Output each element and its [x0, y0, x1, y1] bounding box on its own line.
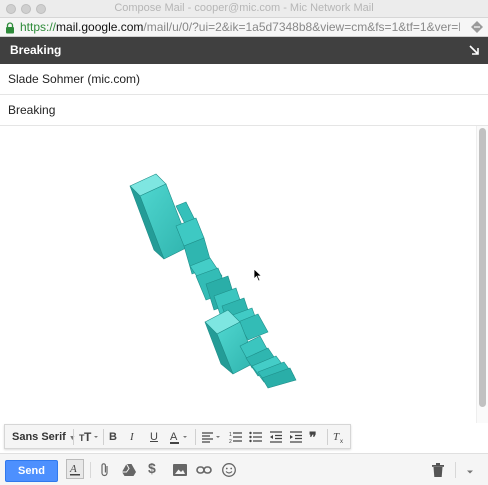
underline-button[interactable]: U	[150, 429, 158, 445]
url-text[interactable]: https://mail.google.com/mail/u/0/?ui=2&i…	[20, 20, 460, 34]
to-field[interactable]: Slade Sohmer (mic.com)	[0, 64, 488, 95]
url-scheme: https://	[20, 20, 57, 34]
underline-icon: U	[150, 431, 158, 443]
align-left-icon	[202, 432, 220, 443]
more-options-button[interactable]	[465, 464, 475, 482]
address-bar[interactable]: https://mail.google.com/mail/u/0/?ui=2&i…	[0, 18, 488, 37]
send-money-button[interactable]: $	[148, 460, 156, 476]
scrollbar-thumb[interactable]	[479, 128, 486, 407]
compose-action-bar: Send A $	[0, 453, 488, 485]
numbered-list-button[interactable]: 1 2	[229, 429, 243, 445]
svg-text:T: T	[84, 430, 92, 444]
paperclip-icon	[101, 463, 108, 477]
remove-formatting-icon: T x	[333, 431, 343, 445]
svg-text:2: 2	[229, 439, 232, 445]
svg-text:T: T	[333, 431, 340, 443]
remove-formatting-button[interactable]: T x	[333, 429, 347, 445]
indent-less-button[interactable]	[269, 429, 283, 445]
bold-button[interactable]: B	[109, 429, 117, 445]
mouse-pointer-icon	[253, 268, 263, 287]
insert-photo-button[interactable]	[172, 462, 188, 483]
italic-icon: I	[130, 431, 134, 443]
window-titlebar: Compose Mail - cooper@mic.com - Mic Netw…	[0, 0, 488, 18]
quote-button[interactable]: ❞	[309, 429, 317, 445]
bold-icon: B	[109, 431, 117, 443]
discard-draft-button[interactable]	[431, 462, 445, 483]
toolbar-divider	[90, 462, 91, 478]
send-button[interactable]: Send	[5, 460, 58, 482]
font-family-select[interactable]: Sans Serif ▼	[12, 429, 76, 445]
svg-text:A: A	[170, 431, 178, 443]
photo-icon	[173, 464, 187, 476]
text-color-button[interactable]: A	[169, 429, 191, 445]
quote-icon: ❞	[309, 429, 317, 445]
dollar-icon: $	[148, 460, 156, 476]
font-family-label: Sans Serif	[12, 431, 66, 443]
text-format-icon: A	[69, 463, 80, 476]
window-title: Compose Mail - cooper@mic.com - Mic Netw…	[114, 2, 374, 14]
font-size-button[interactable]: T T	[78, 429, 100, 445]
toolbar-divider	[327, 429, 328, 445]
insert-link-button[interactable]	[196, 462, 212, 483]
teal-3d-object-image	[129, 173, 297, 389]
bulleted-list-button[interactable]	[249, 429, 263, 445]
toolbar-divider	[195, 429, 196, 445]
font-size-icon: T T	[79, 430, 98, 444]
align-button[interactable]	[201, 429, 223, 445]
toolbar-divider	[103, 429, 104, 445]
bulleted-list-icon	[249, 431, 262, 443]
italic-button[interactable]: I	[130, 429, 134, 445]
url-host: mail.google.com	[56, 20, 144, 34]
svg-text:1: 1	[229, 432, 232, 438]
chevron-down-icon	[467, 470, 473, 474]
indent-more-icon	[290, 431, 302, 443]
indent-less-icon	[270, 431, 282, 443]
indent-more-button[interactable]	[289, 429, 303, 445]
insert-drive-button[interactable]	[121, 462, 137, 483]
emoji-icon	[222, 463, 236, 477]
subject-text: Breaking	[8, 103, 56, 117]
trash-icon	[432, 463, 444, 477]
toolbar-divider	[455, 462, 456, 478]
attach-file-button[interactable]	[98, 462, 112, 483]
message-body[interactable]	[0, 126, 476, 423]
compose-header: Breaking	[0, 37, 488, 64]
url-path: /mail/u/0/?ui=2&ik=1a5d7348b8&view=cm&fs…	[143, 20, 460, 34]
subject-field[interactable]: Breaking	[0, 95, 488, 126]
to-recipient: Slade Sohmer (mic.com)	[8, 72, 141, 86]
text-color-icon: A	[170, 431, 187, 444]
svg-text:x: x	[340, 439, 343, 445]
drive-icon	[122, 463, 136, 476]
numbered-list-icon: 1 2	[229, 432, 242, 445]
toolbar-divider	[73, 429, 74, 445]
svg-text:A: A	[69, 463, 77, 475]
formatting-options-button[interactable]: A	[66, 459, 84, 479]
link-icon	[196, 466, 212, 474]
collapse-icon[interactable]	[468, 43, 480, 61]
formatting-toolbar: Sans Serif ▼ T T B I U A 1 2	[4, 424, 351, 449]
compose-title: Breaking	[10, 43, 62, 57]
insert-emoji-button[interactable]	[221, 462, 237, 483]
